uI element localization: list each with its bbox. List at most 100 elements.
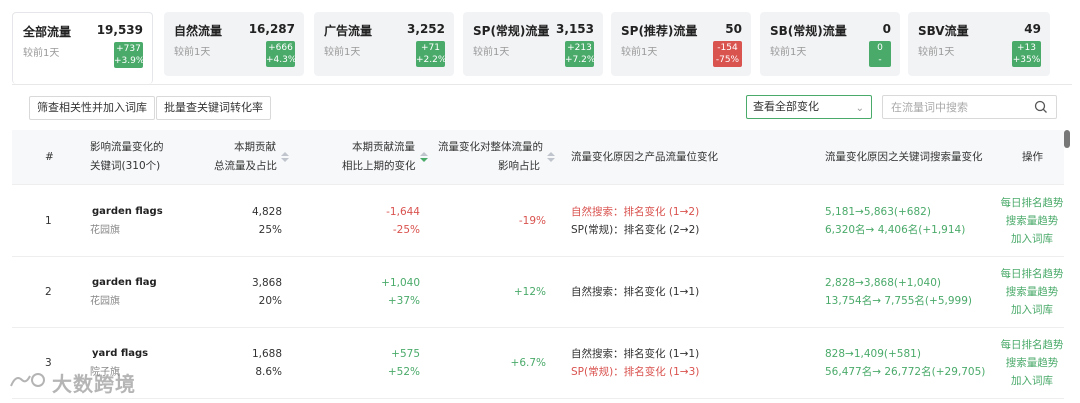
row-reason-1: 自然搜索：排名变化 (1→2) — [571, 206, 700, 218]
row-search-volume: 2,828→3,868(+1,040) — [825, 277, 941, 289]
filter-relevance-button[interactable]: 筛查相关性并加入词库 — [29, 96, 155, 120]
header-contrib-line1: 本期贡献 — [234, 141, 276, 153]
stat-delta: 0 — [877, 43, 883, 53]
header-change-line2: 相比上期的变化 — [342, 160, 416, 172]
row-change-pct: -25% — [392, 224, 420, 236]
stat-value: 0 — [882, 22, 891, 36]
stat-value: 50 — [725, 22, 742, 36]
header-action: 操作 — [1022, 151, 1043, 163]
row-change-pct: +37% — [387, 295, 420, 307]
table-scrollbar[interactable] — [1064, 130, 1070, 148]
row-reason-1: 自然搜索：排名变化 (1→1) — [571, 348, 700, 360]
watermark-logo-icon — [10, 373, 45, 387]
stat-delta-badge: +71 +2.2% — [416, 41, 447, 67]
table-row: 2 garden flag 花园旗 3,868 20% +1,040 +37% … — [12, 257, 1064, 328]
stat-value: 3,153 — [556, 22, 594, 36]
row-change: +575 — [391, 348, 420, 360]
row-keyword[interactable]: yard flags — [92, 345, 148, 363]
header-keyword-line2: 关键词(310个) — [90, 160, 161, 172]
row-change: +1,040 — [381, 277, 420, 289]
stat-value: 19,539 — [96, 23, 143, 37]
stat-compare-label: 较前1天 — [770, 47, 807, 58]
table-header: # 影响流量变化的 关键词(310个) 本期贡献 总流量及占比 本期贡献流量 相… — [12, 130, 1064, 185]
stat-name: 广告流量 — [324, 24, 373, 38]
stat-delta: +737 — [116, 44, 141, 54]
row-change-pct: +52% — [387, 366, 420, 378]
sort-change-icon[interactable] — [420, 152, 428, 164]
stat-name: SB(常规)流量 — [770, 24, 847, 38]
header-reason-product: 流量变化原因之产品流量位变化 — [571, 151, 718, 163]
stat-delta: -154 — [717, 43, 738, 53]
daily-rank-trend-link[interactable]: 每日排名趋势 — [994, 194, 1070, 212]
change-filter-value: 查看全部变化 — [753, 100, 819, 113]
stat-card-sb-regular-traffic[interactable]: SB(常规)流量 0 较前1天 0 - — [760, 12, 900, 76]
stat-card-sp-recommended-traffic[interactable]: SP(推荐)流量 50 较前1天 -154 -75% — [611, 12, 751, 76]
header-change-line1: 本期贡献流量 — [352, 141, 415, 153]
chevron-down-icon: ⌄ — [855, 103, 864, 114]
stat-delta: +71 — [421, 43, 440, 53]
row-index: 1 — [45, 215, 52, 227]
stat-card-all-traffic[interactable]: 全部流量 19,539 较前1天 +737 +3.9% — [12, 12, 153, 84]
stat-delta: +666 — [268, 43, 293, 53]
table-row: 1 garden flags 花园旗 4,828 25% -1,644 -25%… — [12, 186, 1064, 257]
stat-delta-badge: -154 -75% — [713, 41, 742, 67]
batch-conversion-button[interactable]: 批量查关键词转化率 — [156, 96, 271, 120]
row-keyword-cn: 花园旗 — [90, 225, 120, 236]
search-volume-trend-link[interactable]: 搜索量趋势 — [994, 354, 1070, 372]
stat-name: SP(常规)流量 — [473, 24, 550, 38]
sort-impact-icon[interactable] — [547, 152, 555, 164]
row-impact: +6.7% — [510, 357, 546, 369]
stat-compare-label: 较前1天 — [621, 47, 658, 58]
change-filter-select[interactable]: 查看全部变化 ⌄ — [746, 95, 872, 119]
row-traffic: 4,828 — [251, 206, 282, 218]
stat-name: SBV流量 — [918, 24, 969, 38]
stat-compare-label: 较前1天 — [473, 47, 510, 58]
stat-value: 16,287 — [248, 22, 295, 36]
stat-delta-badge: +737 +3.9% — [114, 42, 144, 68]
row-search-rank: 56,477名→ 26,772名(+29,705) — [825, 366, 986, 378]
row-actions: 每日排名趋势 搜索量趋势 加入词库 — [994, 265, 1070, 319]
row-keyword[interactable]: garden flags — [92, 203, 163, 221]
daily-rank-trend-link[interactable]: 每日排名趋势 — [994, 336, 1070, 354]
row-keyword[interactable]: garden flag — [92, 274, 157, 292]
search-volume-trend-link[interactable]: 搜索量趋势 — [994, 212, 1070, 230]
stat-card-sbv-traffic[interactable]: SBV流量 49 较前1天 +13 +35% — [908, 12, 1050, 76]
stat-delta-badge: +13 +35% — [1012, 41, 1041, 67]
daily-rank-trend-link[interactable]: 每日排名趋势 — [994, 265, 1070, 283]
row-keyword-cn: 花园旗 — [90, 296, 120, 307]
stat-delta-pct: +2.2% — [416, 55, 447, 65]
stat-card-ad-traffic[interactable]: 广告流量 3,252 较前1天 +71 +2.2% — [314, 12, 454, 76]
row-index: 2 — [45, 286, 52, 298]
row-share: 25% — [258, 224, 282, 236]
header-keyword-line1: 影响流量变化的 — [90, 141, 164, 153]
row-search-volume: 5,181→5,863(+682) — [825, 206, 931, 218]
watermark-text: 大数跨境 — [52, 372, 136, 396]
row-impact: +12% — [513, 286, 546, 298]
stat-delta-pct: -75% — [715, 55, 740, 65]
stat-name: 自然流量 — [174, 24, 223, 38]
stat-delta-pct: +7.2% — [565, 55, 596, 65]
stat-compare-label: 较前1天 — [23, 48, 60, 59]
stat-value: 49 — [1024, 22, 1041, 36]
search-icon[interactable] — [1034, 100, 1048, 114]
row-actions: 每日排名趋势 搜索量趋势 加入词库 — [994, 194, 1070, 248]
sort-contrib-icon[interactable] — [281, 152, 289, 164]
row-change: -1,644 — [386, 206, 420, 218]
row-reason-2: SP(常规)：排名变化 (2→2) — [571, 224, 700, 236]
table-row: 3 yard flags 院子旗 1,688 8.6% +575 +52% +6… — [12, 328, 1064, 399]
stat-compare-label: 较前1天 — [324, 47, 361, 58]
row-traffic: 3,868 — [251, 277, 282, 289]
add-to-library-link[interactable]: 加入词库 — [994, 301, 1070, 319]
add-to-library-link[interactable]: 加入词库 — [994, 372, 1070, 390]
add-to-library-link[interactable]: 加入词库 — [994, 230, 1070, 248]
search-volume-trend-link[interactable]: 搜索量趋势 — [994, 283, 1070, 301]
row-share: 8.6% — [255, 366, 282, 378]
stat-card-sp-regular-traffic[interactable]: SP(常规)流量 3,153 较前1天 +213 +7.2% — [463, 12, 603, 76]
row-share: 20% — [258, 295, 282, 307]
header-impact-line2: 影响占比 — [498, 160, 540, 172]
stat-delta-pct: +4.3% — [266, 55, 297, 65]
row-impact: -19% — [518, 215, 546, 227]
stat-card-organic-traffic[interactable]: 自然流量 16,287 较前1天 +666 +4.3% — [164, 12, 304, 76]
header-impact-line1: 流量变化对整体流量的 — [438, 141, 543, 153]
keyword-search-input[interactable] — [882, 95, 1057, 119]
